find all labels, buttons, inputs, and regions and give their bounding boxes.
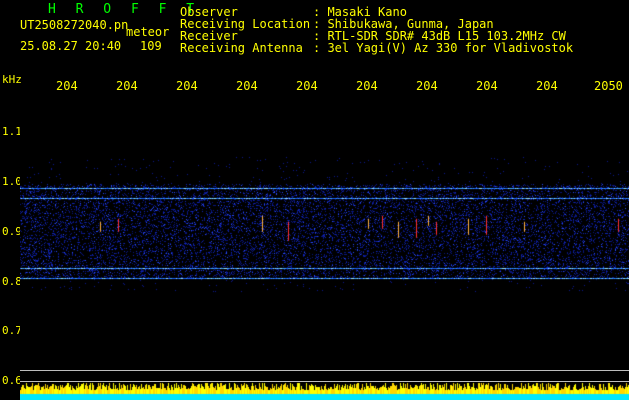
y-tick-label: 0.6 (2, 374, 22, 387)
antenna-value: : 3el Yagi(V) Az 330 for Vladivostok (313, 41, 574, 55)
y-tick-label: 1.0 (2, 175, 22, 188)
x-tick-label: 204 (176, 79, 198, 93)
y-tick-label: 0.8 (2, 275, 22, 288)
app-title: H R O F F T (48, 2, 201, 17)
antenna-row: Receiving Antenna : 3el Yagi(V) Az 330 f… (180, 42, 573, 54)
x-tick-label: 204 (236, 79, 258, 93)
baseline-line (20, 381, 629, 382)
station-info: Observer : Masaki Kano Receiving Locatio… (180, 6, 573, 54)
y-axis-unit: kHz (2, 73, 22, 86)
spectrogram-plot (20, 96, 629, 400)
y-tick-label: 1.1 (2, 125, 22, 138)
x-tick-label: 204 (296, 79, 318, 93)
x-tick-label: 2050 (594, 79, 623, 93)
x-tick-label: 204 (56, 79, 78, 93)
spectrogram-canvas (20, 96, 629, 400)
x-tick-label: 204 (416, 79, 438, 93)
x-tick-label: 204 (476, 79, 498, 93)
antenna-label: Receiving Antenna (180, 41, 303, 55)
x-tick-label: 204 (536, 79, 558, 93)
baseline-line (20, 370, 629, 371)
meteor-label: meteor (126, 25, 170, 39)
y-tick-label: 0.7 (2, 324, 22, 337)
file-name: UT2508272040.pn (20, 18, 129, 32)
x-tick-label: 204 (116, 79, 138, 93)
x-tick-label: 204 (356, 79, 378, 93)
meteor-count: 109 (140, 39, 162, 53)
y-tick-label: 0.9 (2, 225, 22, 238)
date-time: 25.08.27 20:40 (20, 39, 122, 53)
